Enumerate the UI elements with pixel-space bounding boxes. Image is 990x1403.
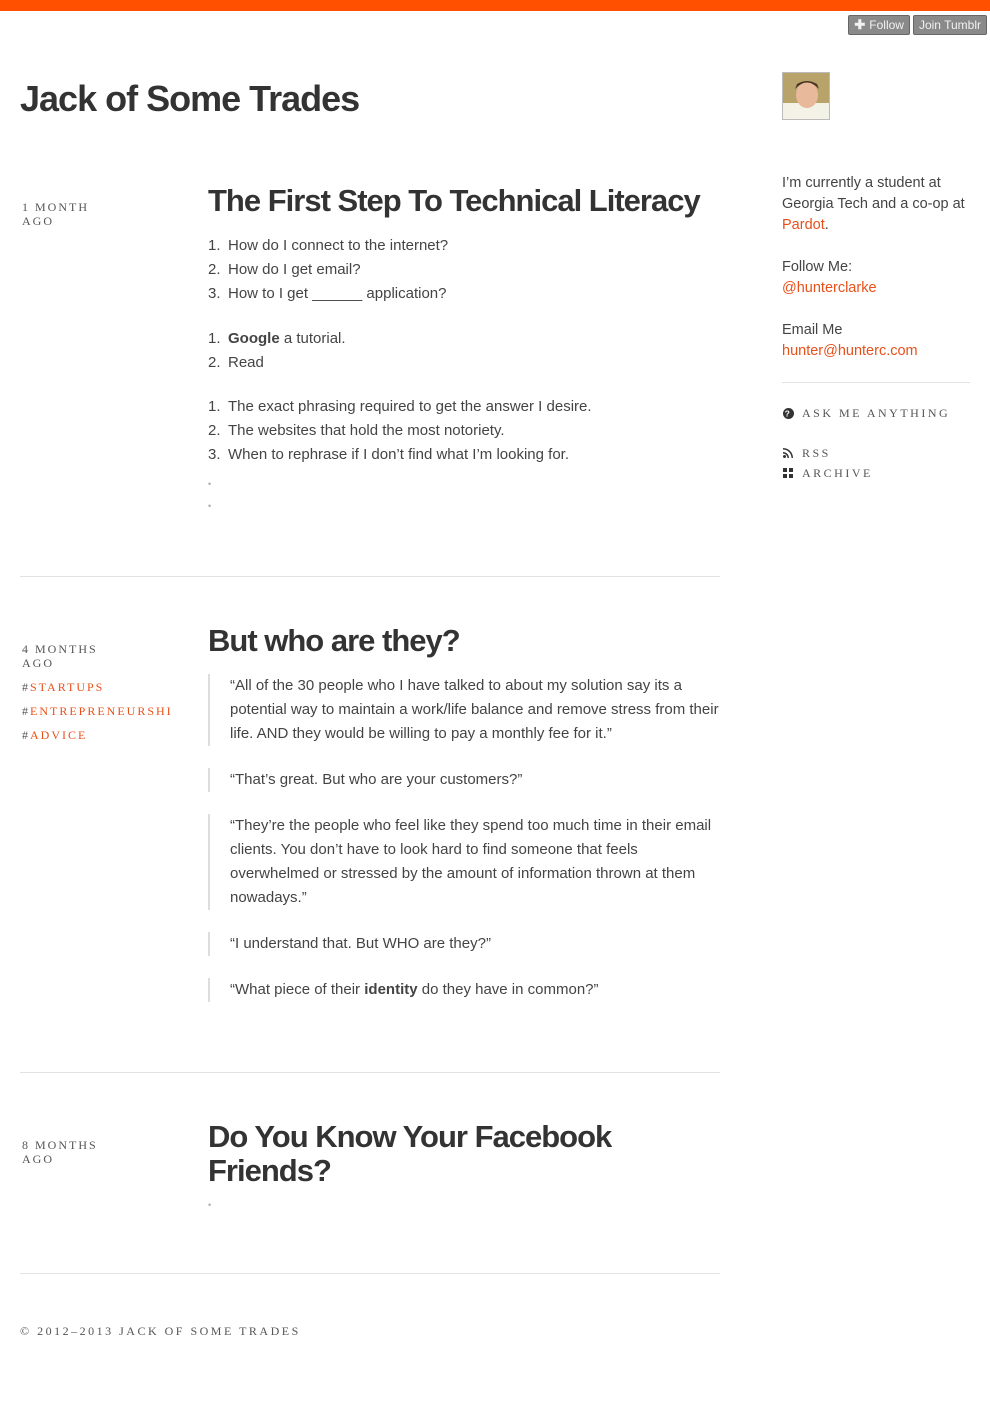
post-date[interactable]: 8 Months ago <box>22 1138 187 1166</box>
post-date-line: 8 Months <box>22 1138 98 1152</box>
post-body: But who are they? “All of the 30 people … <box>208 624 720 1024</box>
plus-icon: ✚ <box>854 17 866 32</box>
grid-icon <box>782 468 794 478</box>
post-body: Do You Know Your Facebook Friends? • <box>208 1120 720 1216</box>
list-item: 2. The websites that hold the most notori… <box>208 422 505 439</box>
tag-link[interactable]: #entrepreneurshi <box>22 704 182 718</box>
list-item: 1. Google a tutorial. <box>208 330 346 347</box>
footer-copyright: © 2012–2013 Jack of Some Trades <box>20 1324 301 1338</box>
post-date-line: ago <box>22 1152 54 1166</box>
blockquote: “That’s great. But who are your customer… <box>208 768 720 792</box>
rss-icon <box>782 448 794 458</box>
list-dot: • <box>208 501 212 511</box>
list-item: 3. When to rephrase if I don’t find what … <box>208 446 570 463</box>
top-stripe <box>0 0 990 11</box>
pardot-link[interactable]: Pardot <box>782 217 825 233</box>
join-tumblr-button[interactable]: Join Tumblr <box>912 15 987 35</box>
list-item: 2. How do I get email? <box>208 261 361 278</box>
follow-button-label: Follow <box>869 18 904 32</box>
archive-label: Archive <box>802 465 873 480</box>
ask-link[interactable]: ? Ask me anything <box>782 403 972 423</box>
post-divider <box>20 1072 720 1073</box>
post-meta: 4 Months ago #startups #entrepreneurshi … <box>22 642 187 742</box>
rss-label: RSS <box>802 445 831 460</box>
list-item: 2. Read <box>208 354 264 371</box>
blog-title[interactable]: Jack of Some Trades <box>20 78 360 120</box>
list-item: 1. How do I connect to the internet? <box>208 237 449 254</box>
post-divider <box>20 1273 720 1274</box>
tag-link[interactable]: #advice <box>22 728 182 742</box>
archive-link[interactable]: Archive <box>782 463 972 483</box>
ordered-list: 1. The exact phrasing required to get the… <box>208 395 720 467</box>
follow-label: Follow Me: <box>782 259 853 275</box>
sidebar: I’m currently a student at Georgia Tech … <box>782 72 972 483</box>
avatar[interactable] <box>782 72 830 120</box>
blockquote: “What piece of their identity do they ha… <box>208 978 720 1002</box>
bio: I’m currently a student at Georgia Tech … <box>782 175 965 233</box>
list-dot: • <box>208 1200 212 1210</box>
post-body: The First Step To Technical Literacy 1. H… <box>208 184 720 517</box>
blockquote: “I understand that. But WHO are they?” <box>208 932 720 956</box>
list-item: 3. How to I get ______ application? <box>208 285 447 302</box>
twitter-link[interactable]: @hunterclarke <box>782 280 877 296</box>
quotes: “All of the 30 people who I have talked … <box>208 674 720 1002</box>
post-date-line: ago <box>22 656 54 670</box>
list-dot: • <box>208 479 212 489</box>
post-date-line: ago <box>22 214 54 228</box>
avatar-image <box>783 73 829 119</box>
svg-text:?: ? <box>784 408 792 418</box>
join-tumblr-label: Join Tumblr <box>918 18 981 32</box>
email-label: Email Me <box>782 322 843 338</box>
sidebar-divider <box>782 382 970 383</box>
post-date[interactable]: 1 Month ago <box>22 200 187 228</box>
tumblr-controls: ✚ Follow Join Tumblr <box>848 15 987 35</box>
post-title[interactable]: Do You Know Your Facebook Friends? <box>208 1120 720 1188</box>
blockquote: “They’re the people who feel like they s… <box>208 814 720 910</box>
post-date-line: 4 Months <box>22 642 98 656</box>
post-title[interactable]: But who are they? <box>208 624 720 658</box>
post-title[interactable]: The First Step To Technical Literacy <box>208 184 720 218</box>
list-item: 1. The exact phrasing required to get the… <box>208 398 592 415</box>
blockquote: “All of the 30 people who I have talked … <box>208 674 720 746</box>
ask-label: Ask me anything <box>802 405 951 420</box>
ordered-list: 1. Google a tutorial. 2. Read <box>208 327 720 375</box>
post-divider <box>20 576 720 577</box>
ordered-list: 1. How do I connect to the internet? 2. Ho… <box>208 234 720 306</box>
post-date-line: 1 Month <box>22 200 89 214</box>
rss-link[interactable]: RSS <box>782 443 972 463</box>
email-section: Email Me hunter@hunterc.com <box>782 320 972 362</box>
question-icon: ? <box>782 407 794 419</box>
follow-section: Follow Me: @hunterclarke <box>782 257 972 299</box>
post-date[interactable]: 4 Months ago <box>22 642 187 670</box>
follow-button[interactable]: ✚ Follow <box>848 15 910 35</box>
email-link[interactable]: hunter@hunterc.com <box>782 343 918 359</box>
tag-link[interactable]: #startups <box>22 680 182 694</box>
